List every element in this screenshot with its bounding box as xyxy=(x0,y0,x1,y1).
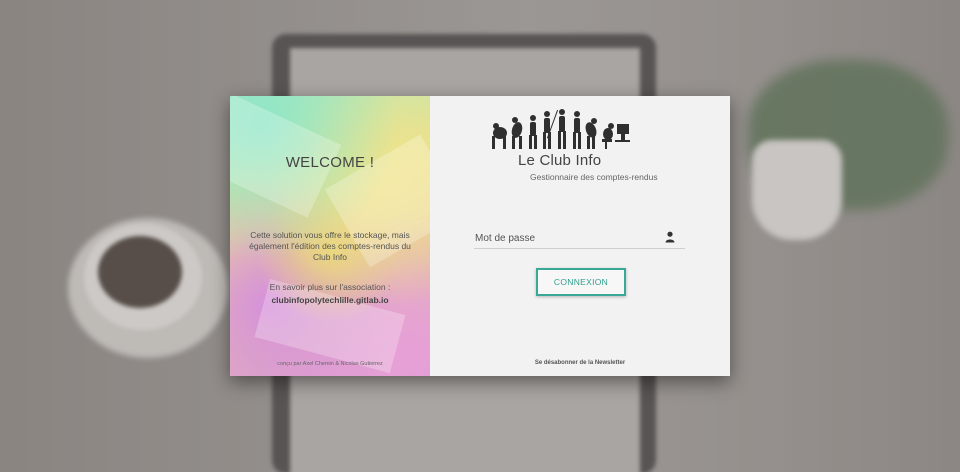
logo-subtitle: Gestionnaire des comptes-rendus xyxy=(530,172,658,182)
login-card: WELCOME ! Cette solution vous offre le s… xyxy=(230,96,730,376)
user-icon xyxy=(665,231,675,243)
welcome-title: WELCOME ! xyxy=(285,154,375,171)
evolution-logo-icon xyxy=(492,109,630,149)
association-link[interactable]: clubinfopolytechlille.gitlab.io xyxy=(230,295,430,305)
credits-text: conçu par Axel Chemin & Nicolas Gutierre… xyxy=(277,361,383,367)
decorative-facet xyxy=(254,278,406,374)
logo-title: Le Club Info xyxy=(518,152,602,169)
login-panel: Le Club Info Gestionnaire des comptes-re… xyxy=(430,96,730,376)
unsubscribe-link[interactable]: Se désabonner de la Newsletter xyxy=(430,360,730,366)
connexion-button[interactable]: CONNEXION xyxy=(536,268,626,296)
welcome-panel: WELCOME ! Cette solution vous offre le s… xyxy=(230,96,430,376)
description-text: Cette solution vous offre le stockage, m… xyxy=(249,230,411,262)
more-info-text: En savoir plus sur l'association : xyxy=(269,282,391,292)
password-field[interactable] xyxy=(474,228,685,249)
